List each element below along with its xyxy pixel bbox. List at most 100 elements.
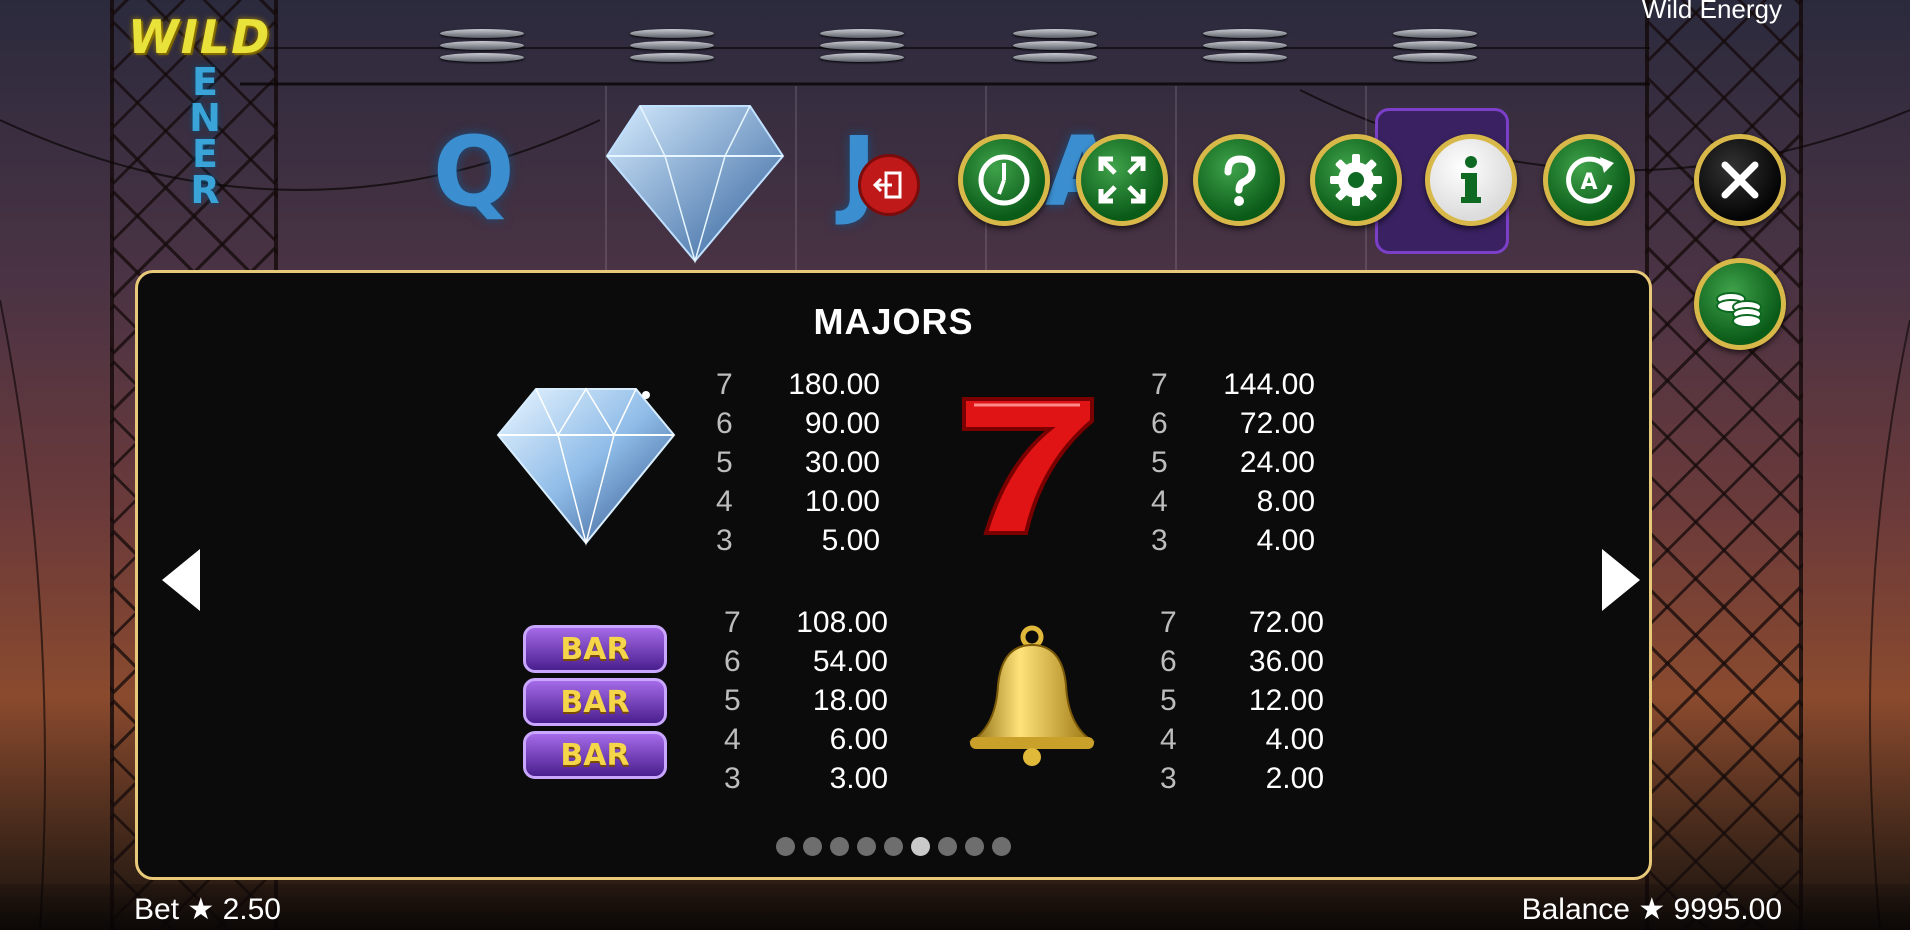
- diamond-icon: [605, 105, 785, 264]
- game-title: Wild Energy: [1641, 0, 1782, 24]
- coins-icon: [1716, 292, 1762, 328]
- payout-value: 3.00: [829, 761, 888, 795]
- triple-bar-icon: BAR BAR BAR: [523, 625, 667, 779]
- symbol-count: 5: [724, 683, 741, 717]
- symbol-count: 6: [1160, 644, 1177, 678]
- bet-coins-button[interactable]: [1694, 258, 1786, 350]
- logo-wild-text: WILD: [128, 10, 272, 64]
- pay-row: 4 6.00: [724, 720, 888, 759]
- payout-value: 2.00: [1265, 761, 1324, 795]
- symbol-count: 5: [1151, 445, 1168, 479]
- balance-display: Balance ★ 9995.00: [1521, 893, 1782, 926]
- seven-icon: [962, 397, 1094, 535]
- exit-button[interactable]: [858, 154, 920, 216]
- help-button[interactable]: [1193, 134, 1285, 226]
- pay-row: 3 5.00: [716, 521, 880, 560]
- pay-row: 3 3.00: [724, 759, 888, 798]
- pay-row: 6 36.00: [1160, 642, 1324, 681]
- pay-row: 5 12.00: [1160, 681, 1324, 720]
- close-button[interactable]: [1694, 134, 1786, 226]
- pay-row: 6 72.00: [1151, 404, 1315, 443]
- page-dot[interactable]: [803, 837, 822, 856]
- exit-icon: [872, 171, 902, 199]
- symbol-count: 4: [716, 484, 733, 518]
- page-dot-active[interactable]: [911, 837, 930, 856]
- page-dot[interactable]: [938, 837, 957, 856]
- next-page-arrow-icon[interactable]: [1598, 545, 1644, 615]
- payout-value: 90.00: [804, 406, 880, 440]
- paytable-diamond: 7 180.00 6 90.00 5 30.00 4 10.00 3 5.00: [716, 365, 880, 560]
- fullscreen-button[interactable]: [1076, 134, 1168, 226]
- payout-value: 5.00: [821, 523, 880, 557]
- pay-row: 4 4.00: [1160, 720, 1324, 759]
- insulator-icon: [1385, 26, 1485, 82]
- payout-value: 144.00: [1223, 367, 1315, 401]
- clock-button[interactable]: [958, 134, 1050, 226]
- payout-value: 180.00: [788, 367, 880, 401]
- logo-letter: E: [192, 132, 218, 176]
- payout-value: 72.00: [1239, 406, 1315, 440]
- symbol-count: 5: [1160, 683, 1177, 717]
- symbol-count: 4: [1160, 722, 1177, 756]
- page-dot[interactable]: [830, 837, 849, 856]
- bar-label: BAR: [560, 737, 630, 773]
- question-icon: [1224, 155, 1256, 206]
- pay-row: 7 108.00: [724, 603, 888, 642]
- settings-button[interactable]: [1310, 134, 1402, 226]
- payout-value: 6.00: [829, 722, 888, 756]
- bell-icon: [968, 625, 1096, 766]
- payout-value: 10.00: [804, 484, 880, 518]
- symbol-count: 6: [1151, 406, 1168, 440]
- autoplay-button[interactable]: A: [1543, 134, 1635, 226]
- pay-row: 4 8.00: [1151, 482, 1315, 521]
- panel-title: MAJORS: [813, 301, 974, 342]
- autoplay-icon: A: [1566, 156, 1614, 204]
- page-dot[interactable]: [776, 837, 795, 856]
- symbol-count: 7: [1151, 367, 1168, 401]
- pagination-dots: [138, 837, 1649, 856]
- logo-energy-text: E N E R: [185, 60, 225, 212]
- reel-column: [605, 86, 797, 270]
- logo-letter: N: [189, 96, 221, 140]
- pay-row: 7 72.00: [1160, 603, 1324, 642]
- payout-value: 12.00: [1248, 683, 1324, 717]
- status-bar: Bet ★ 2.50 Balance ★ 9995.00: [0, 884, 1910, 930]
- prev-page-arrow-icon[interactable]: [158, 545, 204, 615]
- symbol-count: 4: [1151, 484, 1168, 518]
- pay-row: 4 10.00: [716, 482, 880, 521]
- payout-value: 72.00: [1248, 605, 1324, 639]
- pay-row: 6 90.00: [716, 404, 880, 443]
- bar-label: BAR: [560, 684, 630, 720]
- symbol-count: 4: [724, 722, 741, 756]
- info-button[interactable]: [1425, 134, 1517, 226]
- page-dot[interactable]: [857, 837, 876, 856]
- payout-value: 30.00: [804, 445, 880, 479]
- bar-tile: BAR: [523, 625, 667, 673]
- payout-value: 54.00: [812, 644, 888, 678]
- logo-letter: R: [190, 168, 220, 212]
- symbol-count: 3: [1151, 523, 1168, 557]
- info-icon: [1461, 156, 1481, 203]
- close-icon: [1721, 161, 1759, 199]
- svg-text:A: A: [1580, 170, 1597, 195]
- bar-tile: BAR: [523, 731, 667, 779]
- page-dot[interactable]: [884, 837, 903, 856]
- symbol-count: 3: [724, 761, 741, 795]
- paytable-seven: 7 144.00 6 72.00 5 24.00 4 8.00 3 4.00: [1151, 365, 1315, 560]
- page-dot[interactable]: [965, 837, 984, 856]
- pay-row: 6 54.00: [724, 642, 888, 681]
- payout-value: 108.00: [796, 605, 888, 639]
- reel-symbol-q: Q: [433, 116, 515, 228]
- pay-row: 3 2.00: [1160, 759, 1324, 798]
- symbol-count: 5: [716, 445, 733, 479]
- logo-letter: E: [192, 60, 218, 104]
- payout-value: 4.00: [1256, 523, 1315, 557]
- symbol-count: 6: [716, 406, 733, 440]
- symbol-count: 3: [716, 523, 733, 557]
- pay-row: 5 24.00: [1151, 443, 1315, 482]
- symbol-count: 6: [724, 644, 741, 678]
- page-dot[interactable]: [992, 837, 1011, 856]
- paytable-panel: MAJORS 7 180.00 6 90.00 5 30.00 4 10.00 3 5.0…: [135, 270, 1652, 880]
- diamond-icon: [496, 387, 676, 546]
- insulator-icon: [1005, 26, 1105, 82]
